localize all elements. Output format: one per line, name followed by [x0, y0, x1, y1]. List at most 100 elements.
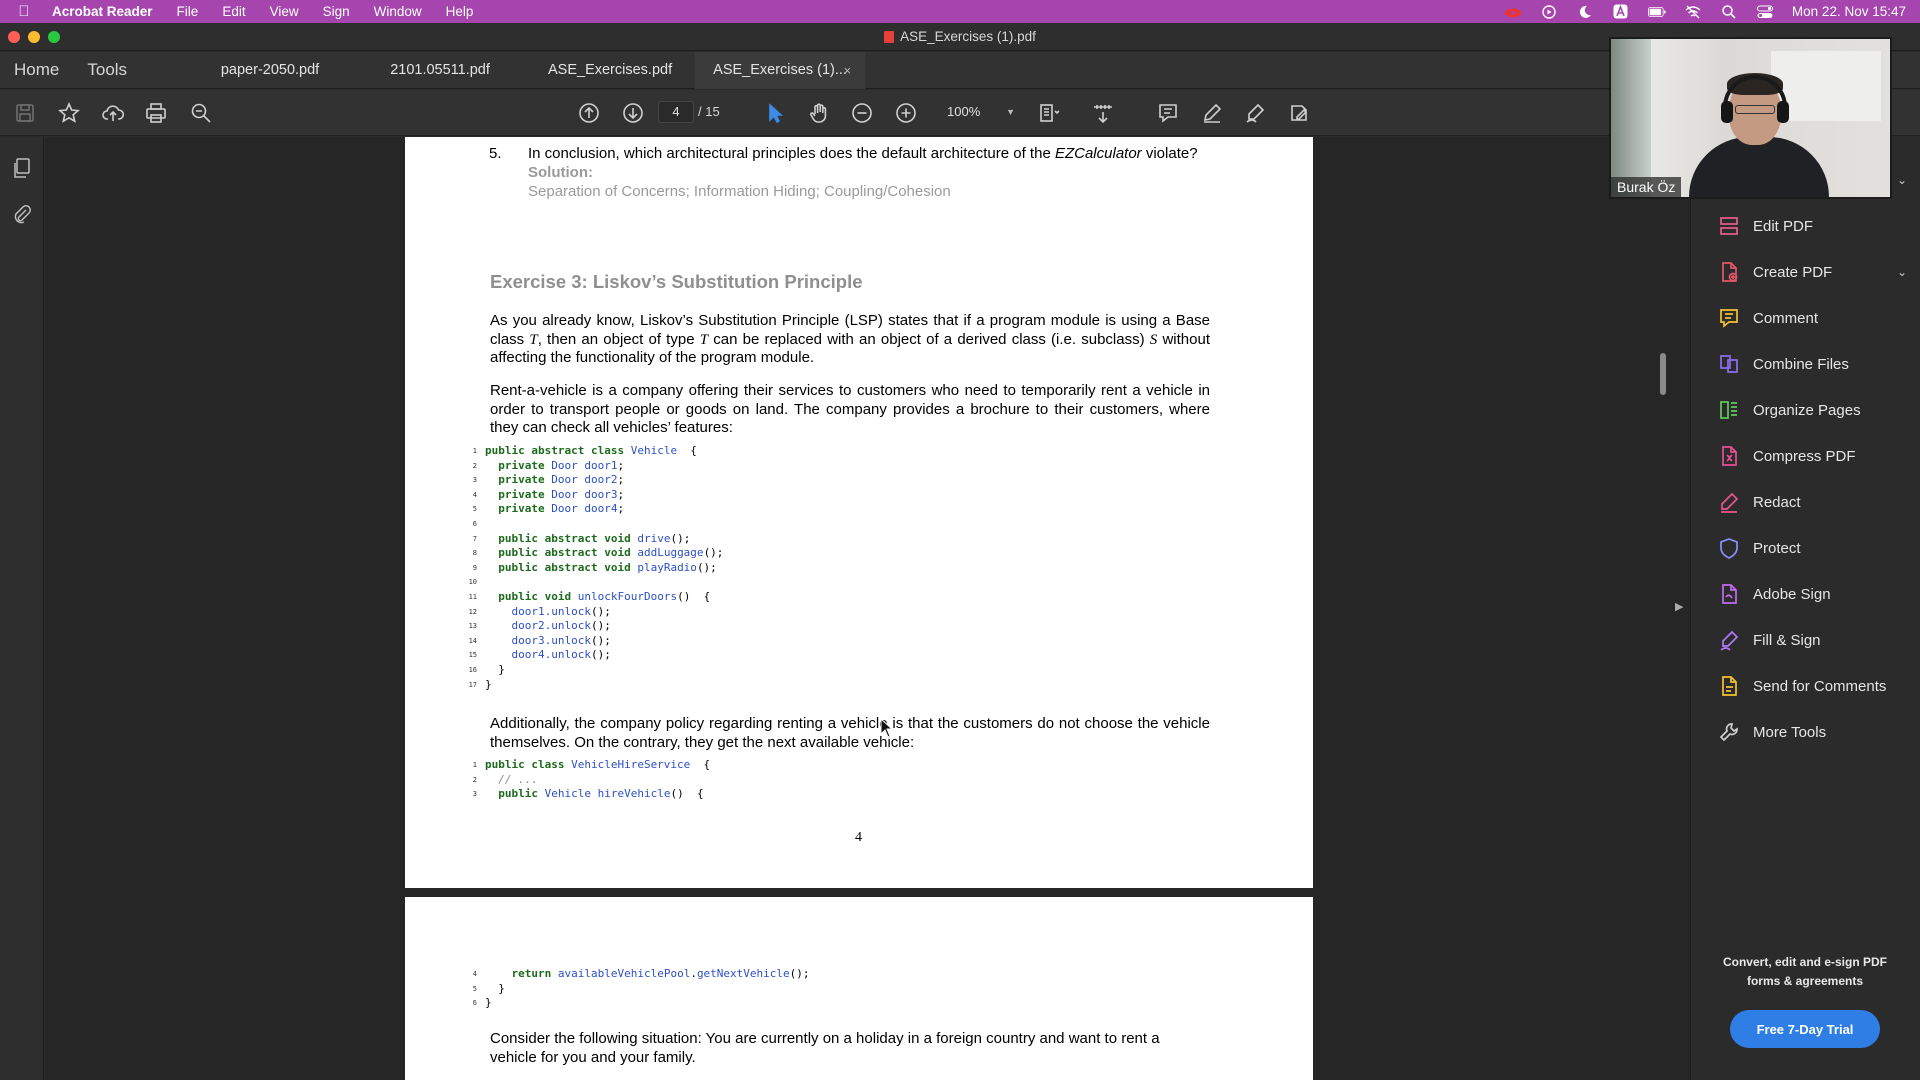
doc-tab-label: paper-2050.pdf	[220, 62, 320, 78]
hand-tool-icon[interactable]	[806, 100, 832, 126]
tool-more-tools[interactable]: More Tools	[1717, 717, 1907, 747]
code-line-number: 1	[472, 761, 477, 769]
tool-comment[interactable]: Comment	[1717, 303, 1907, 333]
tool-label: Compress PDF	[1753, 447, 1856, 465]
tool-send-for-comments[interactable]: Send for Comments	[1717, 671, 1907, 701]
menu-window[interactable]: Window	[362, 4, 434, 19]
control-center-icon[interactable]	[1756, 5, 1774, 19]
tool-compress-pdf[interactable]: Compress PDF	[1717, 441, 1907, 471]
vertical-scrollbar-thumb[interactable]	[1660, 353, 1666, 395]
select-cursor-icon[interactable]	[762, 100, 788, 126]
code-punctuation	[485, 473, 498, 486]
code-line-number: 11	[468, 592, 477, 601]
scroll-mode-icon[interactable]	[1090, 100, 1116, 126]
doc-tab-ase-exercises-1[interactable]: ASE_Exercises (1)... ×	[695, 51, 866, 89]
tab-tools[interactable]: Tools	[73, 60, 141, 80]
code-line-number: 14	[468, 636, 477, 645]
apple-menu-icon[interactable]: 	[0, 3, 48, 20]
tool-edit-pdf[interactable]: Edit PDF	[1717, 211, 1907, 241]
tool-create-pdf[interactable]: Create PDF ⌄	[1717, 257, 1907, 287]
code-line: 1 public abstract class Vehicle {	[461, 444, 723, 459]
webcam-window-light	[1611, 39, 1651, 197]
code-punctuation	[485, 787, 498, 800]
chevron-down-icon[interactable]: ⌄	[1897, 173, 1907, 187]
doc-tab-2101-05511[interactable]: 2101.05511.pdf	[355, 52, 525, 89]
create-pdf-icon	[1717, 260, 1741, 284]
menu-edit[interactable]: Edit	[210, 4, 257, 19]
moon-icon[interactable]	[1576, 5, 1594, 19]
menu-file[interactable]: File	[165, 4, 211, 19]
doc-tab-paper-2050[interactable]: paper-2050.pdf	[185, 52, 355, 89]
close-tab-icon[interactable]: ×	[843, 63, 851, 78]
wifi-off-icon[interactable]	[1684, 5, 1702, 19]
highlight-pen-icon[interactable]	[1199, 100, 1225, 126]
edit-tool-icon[interactable]	[1286, 100, 1312, 126]
code-line-number: 2	[472, 461, 477, 470]
zoom-level-select[interactable]: 100% ▼	[935, 101, 1015, 123]
code-punctuation: ();	[670, 531, 691, 545]
attachments-paperclip-icon[interactable]	[11, 203, 33, 225]
page-number-input[interactable]: 4	[658, 101, 694, 123]
tool-combine-files[interactable]: Combine Files	[1717, 349, 1907, 379]
lsp-text-c: can be replaced with an object of a deri…	[708, 330, 1150, 348]
next-page-icon[interactable]	[620, 100, 646, 126]
zoom-search-icon[interactable]	[188, 100, 214, 126]
menu-app-name[interactable]: Acrobat Reader	[48, 4, 165, 19]
code-identifier: getNextVehicle	[696, 967, 790, 980]
tab-home[interactable]: Home	[0, 60, 73, 80]
document-view[interactable]: 5. In conclusion, which architectural pr…	[45, 137, 1690, 1080]
tool-protect[interactable]: Protect	[1717, 533, 1907, 563]
code-punctuation: () {	[677, 589, 711, 603]
spotlight-search-icon[interactable]	[1720, 4, 1738, 19]
code-punctuation: }	[485, 981, 505, 995]
menu-help[interactable]: Help	[434, 4, 486, 19]
promo-line-2: forms & agreements	[1746, 974, 1864, 988]
zoom-window-button[interactable]	[48, 31, 60, 43]
code-punctuation	[485, 967, 512, 980]
upload-cloud-icon[interactable]	[100, 100, 126, 126]
code-identifier: Door door4	[551, 502, 618, 516]
code-punctuation: ;	[617, 473, 625, 487]
page-thumbnails-icon[interactable]	[11, 157, 33, 179]
code-line-number: 4	[472, 490, 477, 499]
tool-redact[interactable]: Redact	[1717, 487, 1907, 517]
code-line: 3 private Door door2;	[461, 473, 723, 488]
page-layout-icon[interactable]	[1036, 100, 1062, 126]
tool-organize-pages[interactable]: Organize Pages	[1717, 395, 1907, 425]
bookmark-star-icon[interactable]	[56, 100, 82, 126]
code-punctuation: ();	[590, 619, 611, 633]
code-line: 1 public class VehicleHireService {	[461, 758, 710, 773]
previous-page-icon[interactable]	[576, 100, 602, 126]
zoom-out-icon[interactable]	[849, 100, 875, 126]
code-keyword: private	[498, 458, 552, 472]
company-policy-paragraph: Additionally, the company policy regardi…	[490, 715, 1210, 751]
sign-pen-icon[interactable]	[1242, 100, 1268, 126]
input-source-icon[interactable]	[1612, 4, 1630, 19]
comment-note-icon[interactable]	[1155, 100, 1181, 126]
tool-adobe-sign[interactable]: Adobe Sign	[1717, 579, 1907, 609]
code-line: 5 private Door door4;	[461, 502, 723, 517]
menu-view[interactable]: View	[258, 4, 311, 19]
code-line: 2 // ...	[461, 773, 710, 788]
battery-icon[interactable]	[1647, 5, 1666, 19]
pdf-page-5: 4 return availableVehiclePool.getNextVeh…	[405, 897, 1313, 1080]
menubar-clock[interactable]: Mon 22. Nov 15:47	[1792, 4, 1906, 19]
zoom-in-icon[interactable]	[893, 100, 919, 126]
print-icon[interactable]	[143, 100, 169, 126]
code-punctuation	[485, 590, 498, 603]
window-controls	[8, 31, 60, 43]
doc-tab-ase-exercises[interactable]: ASE_Exercises.pdf	[525, 52, 695, 89]
creative-cloud-icon[interactable]	[1504, 5, 1522, 19]
menu-sign[interactable]: Sign	[311, 4, 362, 19]
collapse-right-pane-icon[interactable]: ▶	[1675, 600, 1683, 613]
minimize-window-button[interactable]	[28, 31, 40, 43]
code-line: 14 door3.unlock();	[461, 634, 723, 649]
save-icon[interactable]	[12, 100, 38, 126]
play-icon[interactable]	[1540, 4, 1558, 19]
chevron-down-icon[interactable]: ⌄	[1897, 265, 1907, 279]
close-window-button[interactable]	[8, 31, 20, 43]
code-line-number: 16	[468, 665, 477, 674]
free-trial-button[interactable]: Free 7-Day Trial	[1730, 1010, 1880, 1048]
headphone-cup-right	[1777, 101, 1789, 123]
tool-fill-sign[interactable]: Fill & Sign	[1717, 625, 1907, 655]
